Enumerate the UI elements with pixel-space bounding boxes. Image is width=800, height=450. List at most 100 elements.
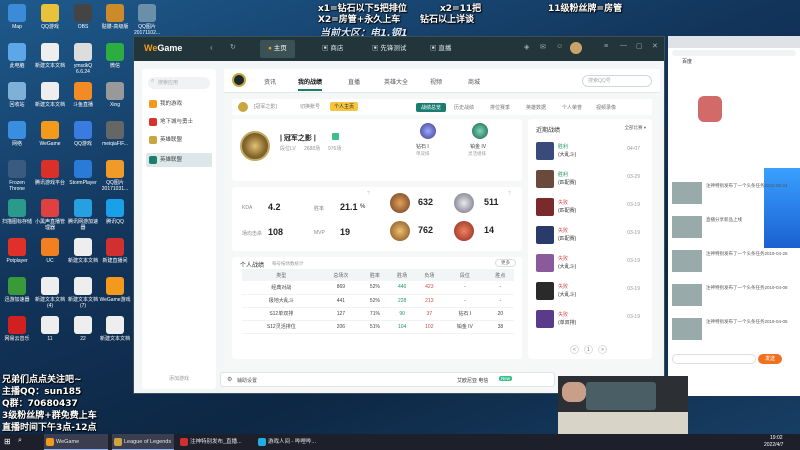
assist-settings[interactable]: 辅助设置: [237, 377, 257, 384]
minimize-icon[interactable]: —: [620, 42, 627, 49]
match-item[interactable]: 失败 (单双排) 03-19: [536, 309, 640, 330]
sub-tab[interactable]: 排位赛季: [490, 104, 510, 111]
match-filter-dropdown[interactable]: 全部比赛 ▾: [624, 125, 646, 131]
personal-home-chip[interactable]: 个人主页: [330, 102, 359, 111]
match-item[interactable]: 胜利 (匹配赛) 03-29: [536, 169, 640, 190]
desktop-icon[interactable]: Frozen Throne: [1, 160, 33, 196]
lol-logo-icon[interactable]: [232, 73, 246, 87]
page-button[interactable]: 1: [584, 345, 593, 354]
desktop-icon[interactable]: 网络: [1, 121, 33, 157]
feed-item[interactable]: 注神特别发布了一个头条任务2019-04-05: [672, 316, 798, 342]
desktop-icon[interactable]: OBS: [67, 4, 99, 40]
desktop-icon[interactable]: 11: [34, 316, 66, 352]
avatar[interactable]: [570, 42, 582, 54]
account-chip[interactable]: [冠军之影]: [254, 103, 277, 110]
lol-tab[interactable]: 我的战绩: [298, 77, 323, 91]
add-game-button[interactable]: 添加游戏: [142, 375, 216, 382]
search-icon[interactable]: ⌕: [18, 437, 22, 445]
sub-tab[interactable]: 英雄数据: [526, 104, 546, 111]
sub-tab[interactable]: 视频录像: [596, 104, 616, 111]
match-item[interactable]: 失败 (匹配赛) 03-19: [536, 225, 640, 246]
comment-input[interactable]: [672, 354, 756, 364]
desktop-icon[interactable]: 小黑声直播管理器: [34, 199, 66, 235]
feed-item[interactable]: 注神特别发布了一个头条任务2019-04-08: [672, 282, 798, 308]
sidebar-search-input[interactable]: 搜索应用: [148, 77, 210, 89]
feed-item[interactable]: 注神特别发布了一个头条任务2019-04-26: [672, 248, 798, 274]
desktop-icon[interactable]: 新建直播间: [99, 238, 131, 274]
taskbar-item[interactable]: League of Legends: [112, 434, 174, 450]
desktop-icon[interactable]: 22: [67, 316, 99, 352]
taskbar-item[interactable]: 注神特别发布_直播...: [178, 434, 252, 450]
desktop-icon[interactable]: 新建文本文档: [34, 43, 66, 79]
desktop-icon[interactable]: WeGame游戏: [99, 277, 131, 313]
match-item[interactable]: 失败 (匹配赛) 03-19: [536, 197, 640, 218]
sub-tab[interactable]: 个人荣誉: [562, 104, 582, 111]
taskbar-item[interactable]: 游戏人间 - 哔哩哔...: [256, 434, 330, 450]
shield-icon[interactable]: ◈: [524, 43, 529, 51]
desktop-icon[interactable]: Potplayer: [1, 238, 33, 274]
more-button[interactable]: 更多: [495, 259, 516, 267]
desktop-icon[interactable]: StormPlayer: [67, 160, 99, 196]
desktop-icon[interactable]: 骷髅-高级版: [99, 4, 131, 40]
desktop-icon[interactable]: Xing: [99, 82, 131, 118]
desktop-icon[interactable]: Map: [1, 4, 33, 40]
nav-home[interactable]: ● 主页: [260, 40, 295, 58]
help-icon[interactable]: ?: [508, 191, 511, 197]
match-item[interactable]: 失败 (大乱斗) 03-19: [536, 253, 640, 274]
switch-account[interactable]: 切换账号: [300, 103, 320, 110]
lol-tab[interactable]: 直播: [348, 77, 360, 86]
page-button[interactable]: <: [570, 345, 579, 354]
sidebar-item[interactable]: 英雄联盟: [146, 153, 212, 167]
nav-store[interactable]: ▣ 商店: [314, 40, 351, 58]
clock-date[interactable]: 2022/4/7: [764, 442, 783, 448]
desktop-icon[interactable]: 斗鱼直播: [67, 82, 99, 118]
lol-tab[interactable]: 商城: [468, 77, 480, 86]
sidebar-item[interactable]: 英雄联盟: [146, 133, 212, 147]
page-button[interactable]: >: [598, 345, 607, 354]
mail-icon[interactable]: ✉: [540, 43, 546, 51]
clock-time[interactable]: 19:02: [770, 435, 783, 441]
browser-addressbar[interactable]: [672, 50, 796, 56]
desktop-icon[interactable]: QQ图片20171102...: [131, 4, 163, 40]
desktop-icon[interactable]: 腾讯网游加速器: [67, 199, 99, 235]
nav-pioneer[interactable]: ▣ 先锋测试: [364, 40, 414, 58]
taskbar-item[interactable]: WeGame: [44, 434, 108, 450]
desktop-icon[interactable]: 此电脑: [1, 43, 33, 79]
desktop-icon[interactable]: meiqiaFIF...: [99, 121, 131, 157]
feed-item[interactable]: 注神特别发布了一个头条任务2022-05-24: [672, 180, 798, 206]
desktop-icon[interactable]: 新建文本文档: [34, 82, 66, 118]
desktop-icon[interactable]: 新建文本文档: [67, 238, 99, 274]
start-icon[interactable]: ⊞: [4, 437, 11, 446]
maximize-icon[interactable]: ▢: [636, 42, 643, 50]
lol-tab[interactable]: 资讯: [264, 77, 276, 86]
friends-icon[interactable]: ☺: [556, 43, 563, 50]
desktop-icon[interactable]: ymsdkQ 6.6.24: [67, 43, 99, 79]
browser-title[interactable]: 百度: [682, 58, 692, 65]
desktop-icon[interactable]: 回收站: [1, 82, 33, 118]
match-item[interactable]: 失败 (大乱斗) 03-19: [536, 281, 640, 302]
refresh-icon[interactable]: ↻: [230, 43, 236, 51]
help-icon[interactable]: ?: [367, 191, 370, 197]
desktop-icon[interactable]: 腾讯QQ: [99, 199, 131, 235]
profile-name[interactable]: | 冠军之影 |: [280, 133, 316, 143]
lol-tab[interactable]: 视频: [430, 77, 442, 86]
desktop-icon[interactable]: 新建文本文档(7): [67, 277, 99, 313]
send-button[interactable]: 发送: [758, 354, 782, 364]
desktop-icon[interactable]: 扫描图标存储: [1, 199, 33, 235]
desktop-icon[interactable]: QQ游戏: [67, 121, 99, 157]
desktop-icon[interactable]: UC: [34, 238, 66, 274]
lol-tab[interactable]: 英雄大全: [384, 77, 408, 86]
desktop-icon[interactable]: 迅游加速器: [1, 277, 33, 313]
desktop-icon[interactable]: 新建文本文档(4): [34, 277, 66, 313]
back-icon[interactable]: ‹: [210, 43, 213, 52]
desktop-icon[interactable]: QQ图片20171031...: [99, 160, 131, 196]
nav-live[interactable]: ▣ 直播: [422, 40, 459, 58]
match-item[interactable]: 胜利 (大乱斗) 04-07: [536, 141, 640, 162]
sidebar-item[interactable]: 我的游戏: [146, 97, 212, 111]
desktop-icon[interactable]: 网易云音乐: [1, 316, 33, 352]
sub-tab[interactable]: 战绩总览: [416, 103, 447, 112]
close-icon[interactable]: ✕: [652, 42, 658, 50]
lol-search-input[interactable]: 搜索QQ号: [582, 75, 652, 87]
desktop-icon[interactable]: 微信: [99, 43, 131, 79]
feed-item[interactable]: 直播分享新品上线: [672, 214, 798, 240]
